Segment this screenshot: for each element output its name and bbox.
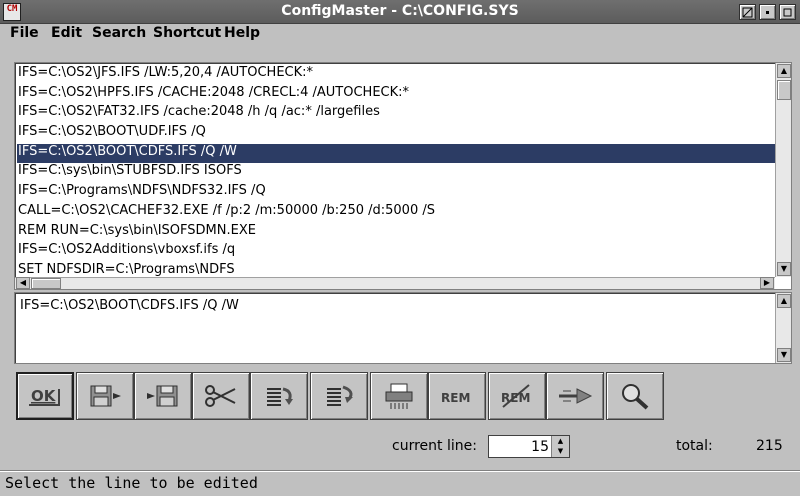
list-item[interactable]: IFS=C:\Programs\NDFS\NDFS32.IFS /Q <box>17 183 775 203</box>
menu-bar: File Edit Search Shortcut Help <box>0 24 800 44</box>
rem-button[interactable]: REM <box>428 372 486 420</box>
list-rows: IFS=C:\OS2\JFS.IFS /LW:5,20,4 /AUTOCHECK… <box>17 65 775 282</box>
shortcut-button[interactable] <box>546 372 604 420</box>
list-item[interactable]: IFS=C:\OS2\HPFS.IFS /CACHE:2048 /CRECL:4… <box>17 85 775 105</box>
insert-after-button[interactable] <box>310 372 368 420</box>
list-item[interactable]: CALL=C:\OS2\CACHEF32.EXE /f /p:2 /m:5000… <box>17 203 775 223</box>
list-vertical-scrollbar[interactable]: ▲ ▼ <box>775 63 791 277</box>
spin-down-button[interactable]: ▼ <box>552 446 569 456</box>
minimize-button[interactable] <box>759 4 776 20</box>
magnifier-icon <box>622 384 649 410</box>
current-line-input[interactable] <box>489 436 551 457</box>
scroll-thumb[interactable] <box>777 80 791 100</box>
edit-scroll-down-button[interactable]: ▼ <box>777 348 791 362</box>
ok-button[interactable]: OK <box>16 372 74 420</box>
list-item[interactable]: IFS=C:\OS2\BOOT\UDF.IFS /Q <box>17 124 775 144</box>
list-item[interactable]: IFS=C:\OS2\FAT32.IFS /cache:2048 /h /q /… <box>17 104 775 124</box>
rollup-icon <box>742 7 753 18</box>
scroll-down-button[interactable]: ▼ <box>777 262 791 276</box>
scissors-icon <box>205 385 236 407</box>
minimize-icon <box>766 11 769 14</box>
scroll-right-button[interactable]: ▶ <box>760 277 774 289</box>
edit-scroll-up-button[interactable]: ▲ <box>777 294 791 308</box>
list-horizontal-scrollbar[interactable]: ◀ ▶ <box>15 277 775 289</box>
insert-lines-icon <box>267 387 293 406</box>
list-item[interactable]: IFS=C:\OS2\JFS.IFS /LW:5,20,4 /AUTOCHECK… <box>17 65 775 85</box>
line-edit-field[interactable]: IFS=C:\OS2\BOOT\CDFS.IFS /Q /W ▲ ▼ <box>14 292 792 364</box>
current-line-spinner[interactable]: ▲ ▼ <box>488 435 570 458</box>
svg-text:OK: OK <box>31 387 57 405</box>
printer-icon <box>385 383 413 409</box>
maximize-button[interactable] <box>779 4 796 20</box>
menu-search[interactable]: Search <box>92 25 146 41</box>
edit-vertical-scrollbar[interactable]: ▲ ▼ <box>775 293 791 363</box>
total-label: total: <box>676 438 713 454</box>
spin-buttons: ▲ ▼ <box>551 436 569 457</box>
window-title: ConfigMaster - C:\CONFIG.SYS <box>281 3 519 19</box>
line-edit-text[interactable]: IFS=C:\OS2\BOOT\CDFS.IFS /Q /W <box>20 298 239 313</box>
status-text: Select the line to be edited <box>5 474 258 492</box>
load-button[interactable] <box>134 372 192 420</box>
append-lines-icon <box>327 385 353 406</box>
unrem-button[interactable]: REM <box>488 372 546 420</box>
search-button[interactable] <box>606 372 664 420</box>
spin-up-button[interactable]: ▲ <box>552 436 569 446</box>
list-item[interactable]: IFS=C:\sys\bin\STUBFSD.IFS ISOFS <box>17 163 775 183</box>
insert-before-button[interactable] <box>250 372 308 420</box>
floppy-save-icon <box>90 385 121 407</box>
scroll-left-button[interactable]: ◀ <box>16 277 30 289</box>
title-bar[interactable]: CM ConfigMaster - C:\CONFIG.SYS <box>0 0 800 24</box>
print-button[interactable] <box>370 372 428 420</box>
floppy-load-icon <box>147 385 178 407</box>
list-item[interactable]: REM RUN=C:\sys\bin\ISOFSDMN.EXE <box>17 223 775 243</box>
current-line-label: current line: <box>392 438 477 454</box>
rem-icon: REM <box>441 391 470 405</box>
list-item[interactable]: IFS=C:\OS2Additions\vboxsf.ifs /q <box>17 242 775 262</box>
cut-button[interactable] <box>192 372 250 420</box>
hscroll-thumb[interactable] <box>31 278 61 289</box>
svg-text:REM: REM <box>441 391 470 405</box>
menu-edit[interactable]: Edit <box>51 25 82 41</box>
menu-help[interactable]: Help <box>224 25 260 41</box>
menu-file[interactable]: File <box>10 25 39 41</box>
list-item[interactable]: IFS=C:\OS2\BOOT\CDFS.IFS /Q /W <box>17 143 775 164</box>
status-bar: Select the line to be edited <box>0 470 800 496</box>
total-value: 215 <box>756 438 783 454</box>
svg-text:REM: REM <box>501 391 530 405</box>
scroll-up-button[interactable]: ▲ <box>777 64 791 78</box>
maximize-icon <box>783 8 792 17</box>
config-lines-list[interactable]: IFS=C:\OS2\JFS.IFS /LW:5,20,4 /AUTOCHECK… <box>14 62 792 290</box>
ok-icon: OK <box>29 387 60 406</box>
save-button[interactable] <box>76 372 134 420</box>
unrem-icon: REM <box>501 384 530 408</box>
menu-shortcut[interactable]: Shortcut <box>153 25 221 41</box>
shortcut-arrow-icon <box>559 388 593 404</box>
rollup-button[interactable] <box>739 4 756 20</box>
